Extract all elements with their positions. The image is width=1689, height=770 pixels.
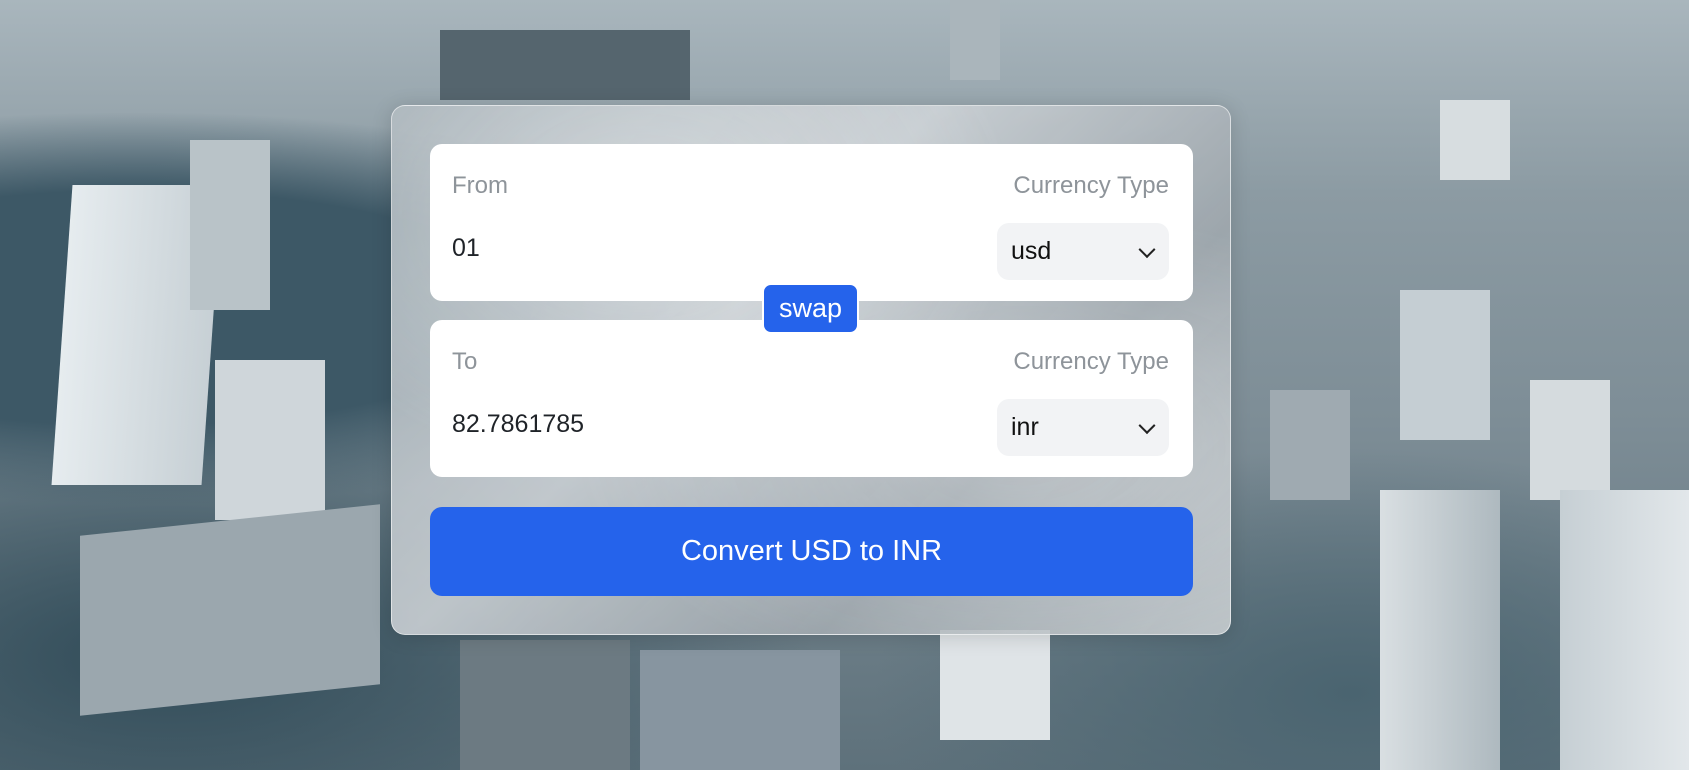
- to-label: To: [452, 348, 478, 375]
- to-amount-input[interactable]: 82.7861785: [452, 410, 902, 439]
- chevron-down-icon: [1138, 240, 1156, 258]
- convert-button[interactable]: Convert USD to INR: [430, 507, 1193, 596]
- from-currency-type-label: Currency Type: [1013, 172, 1169, 199]
- swap-button[interactable]: swap: [762, 283, 859, 334]
- to-currency-value: inr: [1011, 413, 1039, 441]
- to-currency-select[interactable]: inr: [997, 399, 1169, 456]
- chevron-down-icon: [1138, 416, 1156, 434]
- to-currency-type-label: Currency Type: [1013, 348, 1169, 375]
- from-label: From: [452, 172, 508, 199]
- to-currency-box: To Currency Type 82.7861785 inr: [430, 320, 1193, 477]
- from-currency-value: usd: [1011, 237, 1052, 265]
- from-currency-select[interactable]: usd: [997, 223, 1169, 280]
- from-amount-input[interactable]: 01: [452, 234, 902, 263]
- from-currency-box: From Currency Type 01 usd: [430, 144, 1193, 301]
